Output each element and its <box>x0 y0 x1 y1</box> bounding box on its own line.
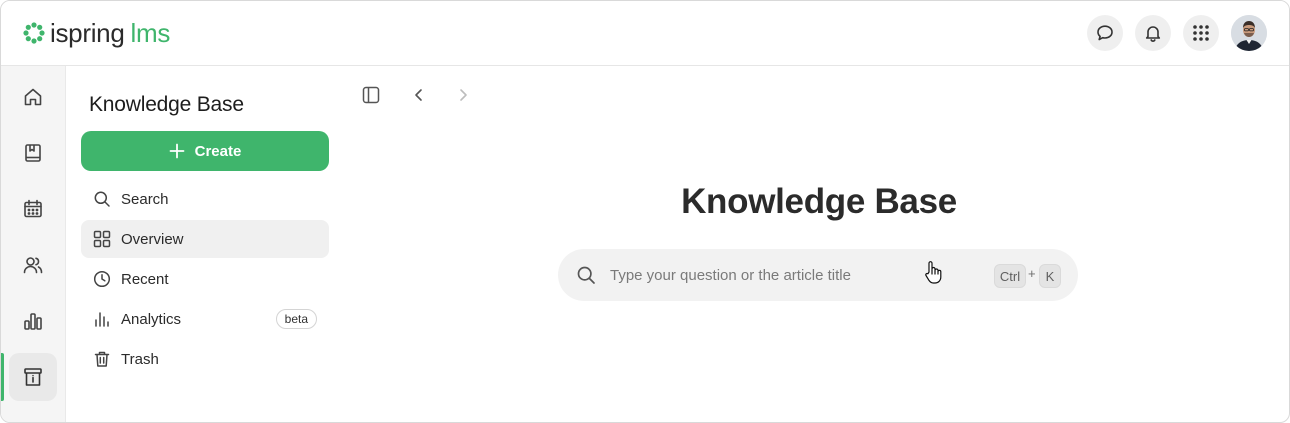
plus-icon <box>169 143 185 159</box>
shortcut-key-ctrl: Ctrl <box>994 264 1026 288</box>
nav-item-recent[interactable]: Recent <box>81 260 329 298</box>
chevron-right-icon <box>460 89 467 101</box>
nav-item-label: Analytics <box>121 310 182 328</box>
rail-users[interactable] <box>9 241 57 289</box>
create-button[interactable]: Create <box>81 131 329 171</box>
nav-item-trash[interactable]: Trash <box>81 340 329 378</box>
chat-button[interactable] <box>1087 15 1123 51</box>
back-button[interactable] <box>409 85 429 105</box>
logo-text-ispring: ispring <box>50 18 125 48</box>
rail-reports[interactable] <box>9 297 57 345</box>
nav-item-overview[interactable]: Overview <box>81 220 329 258</box>
book-icon <box>25 144 41 162</box>
rail-home[interactable] <box>9 73 57 121</box>
sidebar-toggle-icon <box>362 86 380 104</box>
search-icon <box>93 190 111 208</box>
beta-badge: beta <box>275 309 317 329</box>
bar-chart-icon <box>24 313 42 330</box>
knowledge-base-panel: Knowledge Base Create Search Overview Re… <box>66 66 346 422</box>
chevron-left-icon <box>415 89 422 101</box>
create-button-label: Create <box>194 142 242 160</box>
nav-item-search[interactable]: Search <box>81 180 329 218</box>
hand-pointer-cursor-icon <box>924 260 942 289</box>
top-header: ispring lms <box>1 1 1289 66</box>
forward-button[interactable] <box>453 85 473 105</box>
home-icon <box>24 88 42 106</box>
rail-courses[interactable] <box>9 129 57 177</box>
logo-text-lms: lms <box>130 18 171 48</box>
apps-grid-icon <box>1193 25 1209 41</box>
chat-bubble-icon <box>1097 25 1113 41</box>
user-avatar-icon <box>1231 15 1267 51</box>
shortcut-plus: + <box>1028 266 1036 281</box>
nav-item-label: Search <box>121 190 169 208</box>
apps-button[interactable] <box>1183 15 1219 51</box>
toggle-sidebar-button[interactable] <box>361 85 381 105</box>
active-indicator <box>1 353 4 401</box>
search-icon <box>576 265 596 290</box>
icon-rail <box>1 66 66 422</box>
knowledge-search-box[interactable]: Ctrl + K <box>558 249 1078 301</box>
calendar-icon <box>24 199 42 218</box>
knowledge-base-icon <box>24 368 42 386</box>
trash-icon <box>93 350 111 368</box>
brand-logo[interactable]: ispring lms <box>23 18 170 48</box>
nav-item-label: Overview <box>121 230 184 248</box>
ispring-logo-icon <box>23 22 45 44</box>
nav-item-label: Recent <box>121 270 169 288</box>
nav-item-label: Trash <box>121 350 159 368</box>
clock-icon <box>93 270 111 288</box>
panel-title: Knowledge Base <box>89 93 244 116</box>
shortcut-key-k: K <box>1039 264 1061 288</box>
nav-item-analytics[interactable]: Analytics beta <box>81 300 329 338</box>
user-avatar[interactable] <box>1231 15 1267 51</box>
users-icon <box>23 257 43 274</box>
analytics-icon <box>93 310 111 328</box>
app-window: ispring lms Knowledge Base Create Search… <box>0 0 1290 423</box>
grid-icon <box>93 230 111 248</box>
rail-calendar[interactable] <box>9 185 57 233</box>
search-input[interactable] <box>610 263 910 287</box>
notifications-button[interactable] <box>1135 15 1171 51</box>
bell-icon <box>1145 26 1161 42</box>
page-title: Knowledge Base <box>681 182 957 221</box>
rail-knowledge-base[interactable] <box>9 353 57 401</box>
